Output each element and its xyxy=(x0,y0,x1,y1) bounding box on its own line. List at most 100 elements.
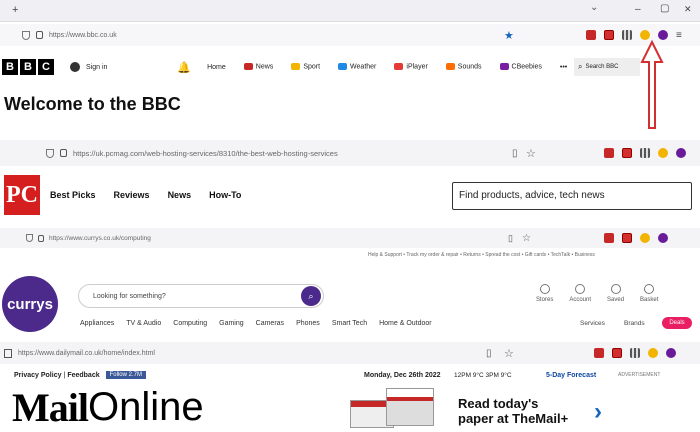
search-button[interactable]: ⌕ xyxy=(301,286,321,306)
feedback-link[interactable]: Feedback xyxy=(67,372,99,379)
follow-button[interactable]: Follow 2.7M xyxy=(105,371,146,379)
shield-icon[interactable] xyxy=(22,30,30,40)
nav-news[interactable]: News xyxy=(243,63,273,71)
bbc-logo-letter: C xyxy=(38,59,54,75)
currys-address-bar: https://www.currys.co.uk/computing ▯ ☆ xyxy=(0,228,700,248)
nav-iplayer[interactable]: iPlayer xyxy=(394,63,428,71)
chevron-right-icon[interactable]: › xyxy=(594,398,602,426)
currys-url-field[interactable]: https://www.currys.co.uk/computing xyxy=(49,235,151,242)
bookmark-star-icon[interactable]: ☆ xyxy=(522,233,531,244)
pcmag-search-input[interactable]: Find products, advice, tech news xyxy=(452,182,692,210)
date-label: Monday, Dec 26th 2022 xyxy=(364,371,441,379)
heart-icon xyxy=(610,284,621,294)
reader-view-icon[interactable]: ▯ xyxy=(508,233,513,244)
advertisement-label: ADVERTISEMENT xyxy=(618,372,661,378)
nav-weather[interactable]: Weather xyxy=(338,63,376,71)
lock-icon[interactable] xyxy=(60,149,67,157)
services-link[interactable]: Services xyxy=(580,320,605,327)
nav-home[interactable]: Home xyxy=(207,64,226,71)
subscription-ad[interactable]: Read today's paper at TheMail+ xyxy=(458,396,568,426)
category-home-outdoor[interactable]: Home & Outdoor xyxy=(379,320,432,327)
signin-link[interactable]: Sign in xyxy=(86,64,107,71)
dailymail-url-field[interactable]: https://www.dailymail.co.uk/home/index.h… xyxy=(18,350,155,357)
nav-best-picks[interactable]: Best Picks xyxy=(50,190,96,200)
profile-avatar-icon[interactable] xyxy=(676,148,686,158)
bookmark-star-icon[interactable]: ★ xyxy=(504,29,514,42)
profile-avatar-icon[interactable] xyxy=(658,233,668,243)
extension-red-icon[interactable] xyxy=(594,348,604,358)
extension-red-icon[interactable] xyxy=(586,30,596,40)
bbc-logo[interactable]: B B C xyxy=(2,59,56,75)
extension-pdf-icon[interactable] xyxy=(622,148,632,158)
category-cameras[interactable]: Cameras xyxy=(256,320,284,327)
shield-icon[interactable] xyxy=(46,148,54,158)
extension-grid-icon[interactable] xyxy=(630,348,640,358)
bbc-search[interactable]: ⌕ Search BBC xyxy=(574,58,640,76)
nav-sounds[interactable]: Sounds xyxy=(445,63,482,71)
stores-button[interactable]: Stores xyxy=(536,284,553,303)
account-button[interactable]: Account xyxy=(569,284,591,303)
category-phones[interactable]: Phones xyxy=(296,320,320,327)
currys-logo[interactable]: currys xyxy=(2,276,58,332)
reader-view-icon[interactable]: ▯ xyxy=(486,348,492,359)
nav-news[interactable]: News xyxy=(168,190,192,200)
extension-grid-icon[interactable] xyxy=(622,30,632,40)
category-gaming[interactable]: Gaming xyxy=(219,320,244,327)
user-icon[interactable] xyxy=(70,62,80,72)
extension-red-icon[interactable] xyxy=(604,233,614,243)
extension-pdf-icon[interactable] xyxy=(612,348,622,358)
category-computing[interactable]: Computing xyxy=(173,320,207,327)
extension-grid-icon[interactable] xyxy=(640,148,650,158)
extension-key-icon[interactable] xyxy=(640,233,650,243)
shield-icon[interactable] xyxy=(26,234,33,242)
maximize-button[interactable]: ▢ xyxy=(660,3,669,14)
currys-search-input[interactable]: Looking for something? ⌕ xyxy=(78,284,324,308)
privacy-policy-link[interactable]: Privacy Policy xyxy=(14,372,61,379)
forecast-link[interactable]: 5-Day Forecast xyxy=(546,372,596,379)
bookmark-star-icon[interactable]: ☆ xyxy=(526,147,536,160)
category-appliances[interactable]: Appliances xyxy=(80,320,114,327)
bookmark-star-icon[interactable]: ☆ xyxy=(504,347,514,360)
brands-link[interactable]: Brands xyxy=(624,320,645,327)
nav-how-to[interactable]: How-To xyxy=(209,190,241,200)
category-smart-tech[interactable]: Smart Tech xyxy=(332,320,367,327)
notifications-bell-icon[interactable]: 🔔 xyxy=(177,61,191,74)
profile-avatar-icon[interactable] xyxy=(658,30,668,40)
currys-search-placeholder: Looking for something? xyxy=(93,292,166,300)
page-icon[interactable] xyxy=(4,348,12,358)
reader-view-icon[interactable]: ▯ xyxy=(512,148,518,159)
extension-red-icon[interactable] xyxy=(604,148,614,158)
minimize-button[interactable]: – xyxy=(635,4,641,15)
extension-key-icon[interactable] xyxy=(640,30,650,40)
tab-list-chevron-icon[interactable]: ⌄ xyxy=(590,2,598,13)
extensions-toolbar xyxy=(596,148,686,158)
basket-button[interactable]: Basket xyxy=(640,284,658,303)
deals-button[interactable]: Deals xyxy=(662,317,692,329)
extension-key-icon[interactable] xyxy=(648,348,658,358)
nav-sport[interactable]: Sport xyxy=(291,63,320,71)
currys-top-links[interactable]: Help & Support • Track my order & repair… xyxy=(368,252,595,258)
lock-icon[interactable] xyxy=(36,31,43,39)
mailonline-logo-mail: Mail xyxy=(12,384,89,430)
profile-avatar-icon[interactable] xyxy=(666,348,676,358)
saved-button[interactable]: Saved xyxy=(607,284,624,303)
extensions-toolbar xyxy=(586,348,676,358)
app-menu-icon[interactable]: ≡ xyxy=(676,30,682,41)
pcmag-url-field[interactable]: https://uk.pcmag.com/web-hosting-service… xyxy=(73,149,338,158)
mailonline-logo[interactable]: Mail Online xyxy=(12,384,204,430)
url-field[interactable]: https://www.bbc.co.uk xyxy=(49,32,117,39)
newspaper-thumbnail[interactable] xyxy=(350,386,444,428)
extension-pdf-icon[interactable] xyxy=(622,233,632,243)
nav-cbeebies[interactable]: CBeebies xyxy=(499,63,542,71)
dailymail-address-bar: https://www.dailymail.co.uk/home/index.h… xyxy=(0,342,700,364)
extension-key-icon[interactable] xyxy=(658,148,668,158)
nav-reviews[interactable]: Reviews xyxy=(114,190,150,200)
lock-icon[interactable] xyxy=(38,234,44,242)
new-tab-button[interactable]: + xyxy=(12,4,18,16)
pcmag-logo[interactable]: PC xyxy=(4,175,40,215)
bbc-headline: Welcome to the BBC xyxy=(4,94,181,114)
close-window-button[interactable]: ✕ xyxy=(684,4,692,15)
nav-more[interactable]: ••• xyxy=(560,64,567,71)
extension-pdf-icon[interactable] xyxy=(604,30,614,40)
category-tv-audio[interactable]: TV & Audio xyxy=(126,320,161,327)
